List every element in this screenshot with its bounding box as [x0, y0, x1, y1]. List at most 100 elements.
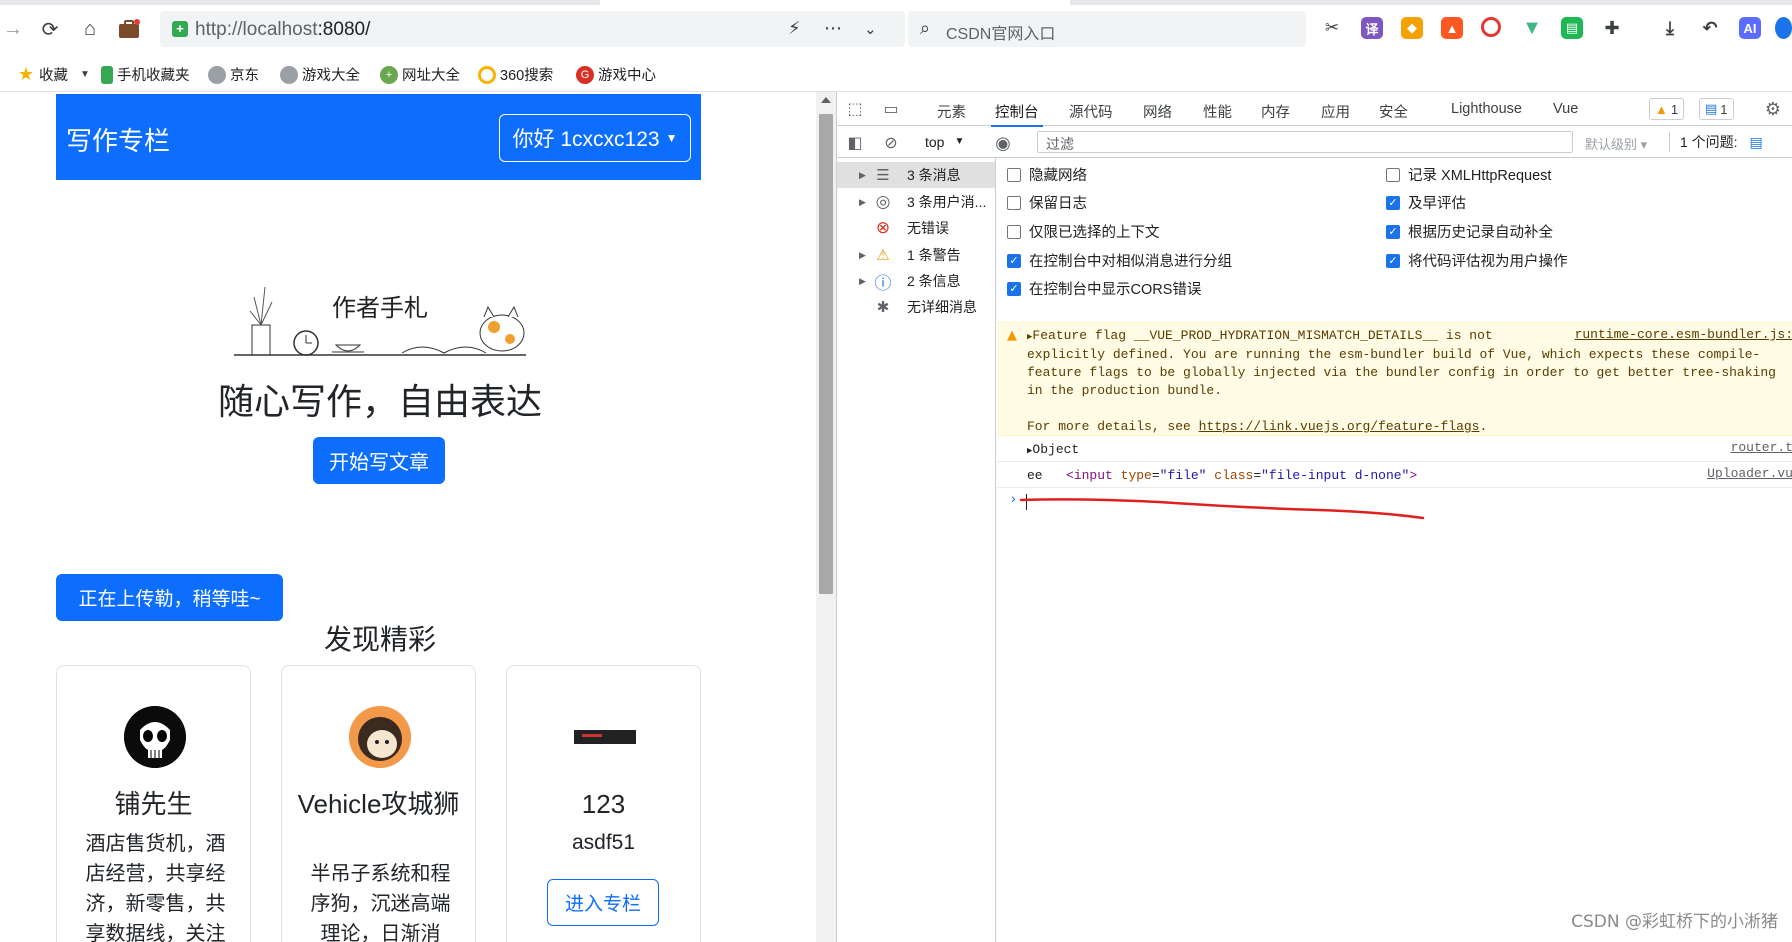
search-box[interactable]: ⌕ CSDN官网入口: [908, 11, 1306, 47]
expand-icon[interactable]: ▶: [859, 197, 866, 208]
checkbox-checked[interactable]: ✓: [1007, 281, 1021, 296]
site-title[interactable]: 写作专栏: [66, 121, 170, 158]
sidebar-item-warnings[interactable]: ▶ ⚠ 1 条警告: [837, 242, 995, 268]
message-count-badge[interactable]: ▤ 1: [1699, 98, 1734, 120]
console-filter-input[interactable]: 过滤: [1037, 131, 1573, 153]
setting-label: 仅限已选择的上下文: [1029, 225, 1160, 241]
address-bar[interactable]: + http://localhost:8080/ ⚡ ⋯ ⌄: [160, 11, 905, 47]
enter-column-button[interactable]: 进入专栏: [547, 879, 659, 926]
ring-icon[interactable]: [1481, 17, 1501, 37]
scrollbar-thumb[interactable]: [819, 114, 833, 594]
bookmark-favorites[interactable]: ★ 收藏 ▼: [17, 64, 90, 85]
vue-icon[interactable]: ▼: [1521, 17, 1543, 39]
sidebar-item-info[interactable]: ▶ ⓘ 2 条信息: [837, 268, 995, 294]
setting-eager-eval[interactable]: ✓ 及早评估: [1386, 192, 1466, 213]
warning-count-badge[interactable]: ▲ 1: [1649, 98, 1685, 120]
bookmark-games[interactable]: 游戏大全: [280, 64, 360, 85]
translate-icon[interactable]: 译: [1361, 17, 1383, 39]
upload-status-button[interactable]: 正在上传勒，稍等哇~: [56, 574, 283, 621]
tab-performance[interactable]: 性能: [1203, 101, 1232, 122]
home-icon[interactable]: ⌂: [77, 16, 103, 42]
checkbox-checked[interactable]: ✓: [1386, 224, 1400, 239]
checkbox-checked[interactable]: ✓: [1386, 253, 1400, 268]
tab-application[interactable]: 应用: [1321, 101, 1350, 122]
scroll-up-icon[interactable]: [821, 97, 831, 103]
log-source-link[interactable]: router.t: [1731, 440, 1792, 455]
setting-group-similar[interactable]: ✓ 在控制台中对相似消息进行分组: [1007, 250, 1232, 271]
book-icon[interactable]: ▤: [1561, 17, 1583, 39]
warning-source-link[interactable]: runtime-core.esm-bundler.js:: [1568, 327, 1792, 342]
setting-selected-context[interactable]: 仅限已选择的上下文: [1007, 221, 1160, 242]
expand-icon[interactable]: ▶: [859, 250, 866, 261]
tab-elements[interactable]: 元素: [937, 101, 966, 122]
shield-icon[interactable]: ◆: [1401, 17, 1423, 39]
more-icon[interactable]: ⋯: [824, 18, 842, 39]
bookmark-game-center[interactable]: G 游戏中心: [576, 64, 656, 85]
lightning-icon[interactable]: ⚡: [788, 18, 801, 39]
caret-down-icon[interactable]: ▼: [80, 69, 90, 80]
bookmark-360[interactable]: 360搜索: [478, 64, 553, 85]
log-source-link[interactable]: Uploader.vu: [1707, 466, 1792, 481]
download-icon[interactable]: ⤓: [1659, 17, 1681, 39]
briefcase-icon[interactable]: [116, 16, 142, 42]
settings-gear-icon[interactable]: ⚙: [1763, 99, 1783, 119]
chevron-down-icon[interactable]: ⌄: [864, 20, 877, 38]
log-object-text[interactable]: ▶Object: [1027, 442, 1079, 457]
tab-memory[interactable]: 内存: [1261, 101, 1290, 122]
expand-icon[interactable]: ▶: [859, 170, 866, 181]
log-level-selector[interactable]: 默认级别 ▾: [1585, 134, 1647, 153]
setting-hide-network[interactable]: 隐藏网络: [1007, 164, 1087, 185]
checkbox[interactable]: [1007, 167, 1021, 182]
device-toggle-icon[interactable]: ▭: [881, 99, 901, 119]
checkbox-checked[interactable]: ✓: [1007, 253, 1021, 268]
reload-icon[interactable]: ⟳: [37, 16, 63, 42]
tab-lighthouse[interactable]: Lighthouse: [1451, 101, 1522, 117]
setting-show-cors[interactable]: ✓ 在控制台中显示CORS错误: [1007, 278, 1201, 299]
checkbox-checked[interactable]: ✓: [1386, 195, 1400, 210]
checkbox[interactable]: [1386, 167, 1400, 182]
scissors-icon[interactable]: ✂: [1321, 17, 1343, 39]
tab-security[interactable]: 安全: [1379, 101, 1408, 122]
profile-icon[interactable]: [1775, 17, 1792, 39]
user-dropdown-button[interactable]: 你好 1cxcxc123 ▼: [499, 114, 691, 162]
tab-vue[interactable]: Vue: [1553, 101, 1578, 117]
console-log-object[interactable]: ▶Object router.t: [997, 436, 1792, 462]
eye-icon[interactable]: ◉: [993, 133, 1013, 153]
tab-console[interactable]: 控制台: [991, 101, 1042, 127]
page-scrollbar[interactable]: [816, 92, 836, 942]
setting-autocomplete[interactable]: ✓ 根据历史记录自动补全: [1386, 221, 1553, 242]
console-log-input[interactable]: ee <input type="file" class="file-input …: [997, 462, 1792, 488]
puzzle-icon[interactable]: ✚: [1601, 17, 1623, 39]
feature-flags-link[interactable]: https://link.vuejs.org/feature-flags: [1199, 419, 1480, 434]
context-selector[interactable]: top ▼: [925, 134, 964, 150]
tab-network[interactable]: 网络: [1143, 101, 1172, 122]
bookmark-jd[interactable]: 京东: [208, 64, 259, 85]
sidebar-item-verbose[interactable]: ✱ 无详细消息: [837, 294, 995, 320]
tab-sources[interactable]: 源代码: [1069, 101, 1113, 122]
warning-text[interactable]: ▶Feature flag __VUE_PROD_HYDRATION_MISMA…: [1027, 327, 1787, 436]
log-input-text[interactable]: ee <input type="file" class="file-input …: [1027, 468, 1417, 483]
issues-button[interactable]: 1 个问题: ▤: [1669, 132, 1763, 152]
bookmark-sites[interactable]: + 网址大全: [380, 64, 460, 85]
forward-icon[interactable]: →: [0, 16, 26, 42]
bookmark-mobile[interactable]: 手机收藏夹: [101, 64, 190, 85]
column-card[interactable]: Vehicle攻城狮 半吊子系统和程序狗，沉迷高端理论，日渐消: [281, 665, 476, 942]
column-card[interactable]: 123 asdf51 进入专栏: [506, 665, 701, 942]
gamepad-icon[interactable]: ▲: [1441, 17, 1463, 39]
checkbox[interactable]: [1007, 224, 1021, 239]
setting-log-xhr[interactable]: 记录 XMLHttpRequest: [1386, 164, 1551, 185]
sidebar-item-user-messages[interactable]: ▶ ◎ 3 条用户消...: [837, 189, 995, 215]
clear-console-icon[interactable]: ⊘: [881, 133, 901, 153]
inspect-icon[interactable]: ⬚: [845, 99, 865, 119]
sidebar-item-messages[interactable]: ▶ ☰ 3 条消息: [837, 162, 995, 188]
expand-icon[interactable]: ▶: [859, 276, 866, 287]
setting-user-gesture[interactable]: ✓ 将代码评估视为用户操作: [1386, 250, 1568, 271]
checkbox[interactable]: [1007, 195, 1021, 210]
ai-icon[interactable]: AI: [1739, 17, 1761, 39]
setting-preserve-log[interactable]: 保留日志: [1007, 192, 1087, 213]
sidebar-toggle-icon[interactable]: ◧: [845, 133, 865, 153]
start-writing-button[interactable]: 开始写文章: [313, 437, 445, 484]
sidebar-item-errors[interactable]: ⊗ 无错误: [837, 215, 995, 241]
column-card[interactable]: 铺先生 酒店售货机，酒店经营，共享经济，新零售，共享数据线，关注: [56, 665, 251, 942]
undo-icon[interactable]: ↶: [1699, 17, 1721, 39]
